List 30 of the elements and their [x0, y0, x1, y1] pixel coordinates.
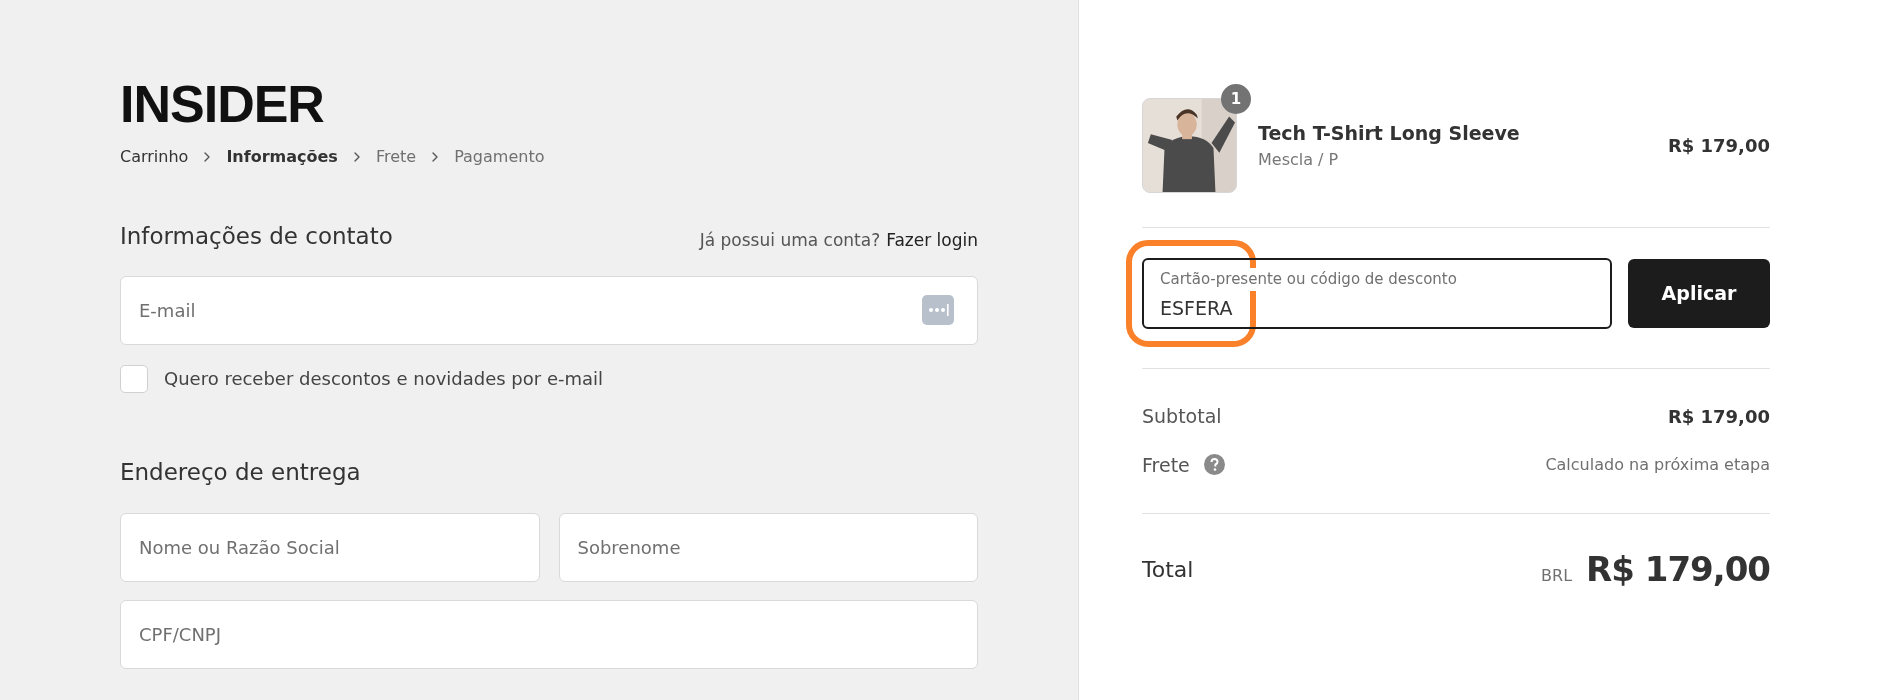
text-field[interactable]: Sobrenome: [558, 513, 978, 582]
breadcrumb-item: Informações: [226, 146, 338, 168]
summary-label: Frete: [1142, 452, 1190, 478]
product-variant: Mescla / P: [1258, 148, 1339, 171]
password-manager-icon[interactable]: [922, 294, 954, 325]
text-field[interactable]: Nome ou Razão Social: [120, 513, 540, 582]
currency-code: BRL: [1541, 565, 1573, 587]
summary-label: Subtotal: [1142, 404, 1222, 429]
text-field[interactable]: CPF/CNPJ: [120, 600, 978, 669]
summary-value: Calculado na próxima etapa: [1545, 453, 1770, 476]
breadcrumb-item: Frete: [375, 146, 417, 168]
total-amount: R$ 179,00: [1586, 548, 1770, 591]
product-name: Tech T-Shirt Long Sleeve: [1258, 121, 1520, 147]
login-prompt: Já possui uma conta?: [699, 229, 881, 252]
section-heading: Informações de contato: [120, 222, 393, 251]
login-link[interactable]: Fazer login: [886, 228, 978, 254]
breadcrumb-item: Pagamento: [454, 146, 545, 168]
product-price: R$ 179,00: [1667, 134, 1770, 158]
checkbox[interactable]: [120, 364, 148, 393]
field-label: Cartão-presente ou código de desconto: [1160, 268, 1457, 291]
quantity-badge: 1: [1221, 84, 1251, 114]
breadcrumb-item[interactable]: Carrinho: [120, 145, 189, 169]
help-icon[interactable]: [1203, 454, 1225, 476]
summary-value: R$ 179,00: [1667, 404, 1770, 429]
section-heading: Endereço de entrega: [120, 457, 361, 487]
checkbox-label: Quero receber descontos e novidades por e-mail: [164, 367, 604, 391]
total-label: Total: [1142, 556, 1194, 584]
logo[interactable]: INSIDER: [120, 80, 324, 128]
email-field[interactable]: E-mail: [120, 275, 978, 345]
apply-button[interactable]: Aplicar: [1628, 259, 1770, 328]
